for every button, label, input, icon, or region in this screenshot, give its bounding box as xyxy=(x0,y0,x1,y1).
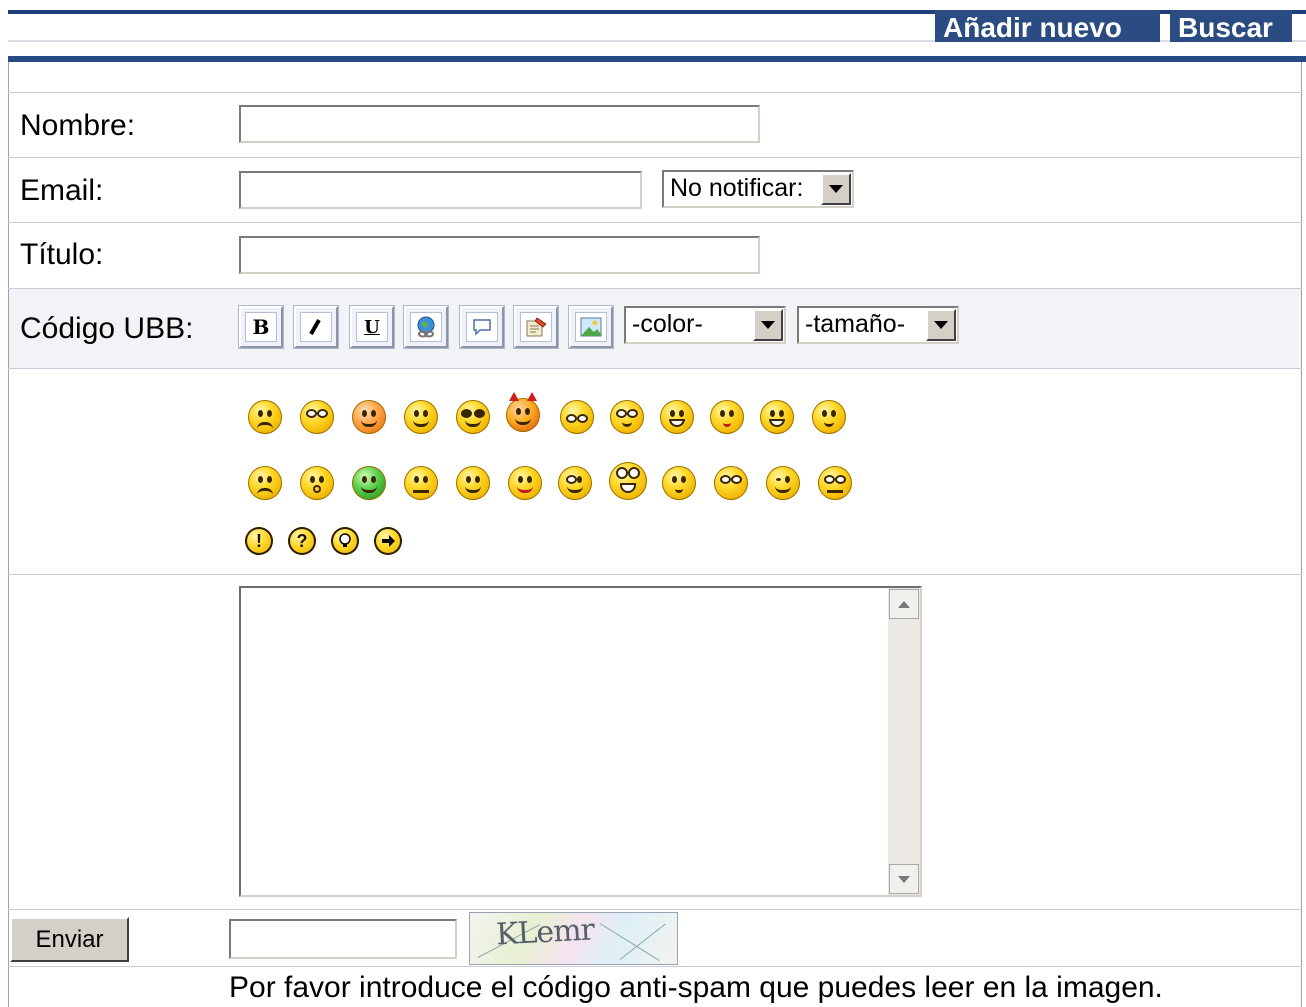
sick-smiley-icon[interactable] xyxy=(352,466,386,500)
worried-smiley-icon[interactable] xyxy=(714,466,748,500)
email-label: Email: xyxy=(20,174,104,207)
question-icon[interactable]: ? xyxy=(288,527,316,555)
tongue-smiley-icon[interactable] xyxy=(508,466,542,500)
link-icon xyxy=(410,312,442,342)
devil-smiley-icon[interactable] xyxy=(506,392,540,432)
submit-button[interactable]: Enviar xyxy=(10,917,129,962)
captcha-noise-line xyxy=(599,923,660,962)
quote-button[interactable] xyxy=(460,306,504,348)
bold-icon: B xyxy=(245,312,277,342)
angry-smiley-icon[interactable] xyxy=(248,400,282,434)
link-button[interactable] xyxy=(404,306,448,348)
notify-select-value: No notificar: xyxy=(670,174,804,202)
arrow-right-icon[interactable] xyxy=(374,527,402,555)
dizzy-smiley-icon[interactable] xyxy=(812,400,846,434)
size-select-value: -tamaño- xyxy=(805,310,906,338)
idea-icon[interactable] xyxy=(331,527,359,555)
image-button[interactable] xyxy=(569,306,613,348)
italic-icon xyxy=(300,312,332,342)
row-divider xyxy=(8,288,1302,289)
title-input[interactable] xyxy=(239,236,760,274)
row-divider xyxy=(8,157,1302,158)
ubb-label: Código UBB: xyxy=(20,312,194,345)
row-divider xyxy=(8,368,1302,369)
captcha-image: KLemr xyxy=(469,912,678,965)
eyes-smiley-icon[interactable] xyxy=(300,400,334,434)
glasses-smiley-icon[interactable] xyxy=(456,400,490,434)
shocked-smiley-icon[interactable] xyxy=(300,466,334,500)
wink-smiley-icon[interactable] xyxy=(766,466,800,500)
grin-smiley-icon[interactable] xyxy=(660,400,694,434)
laugh-smiley-icon[interactable] xyxy=(760,400,794,434)
neutral-smiley-icon[interactable] xyxy=(404,466,438,500)
search-button[interactable]: Buscar xyxy=(1170,10,1292,43)
title-label: Título: xyxy=(20,238,104,271)
underline-icon: U xyxy=(356,312,388,342)
notify-select[interactable]: No notificar: xyxy=(662,170,854,208)
name-input[interactable] xyxy=(239,105,760,143)
row-divider xyxy=(8,574,1302,575)
squint-smiley-icon[interactable] xyxy=(560,400,594,434)
sad-smiley-icon[interactable] xyxy=(248,466,282,500)
color-select-value: -color- xyxy=(632,310,703,338)
surprised-smiley-icon[interactable] xyxy=(352,400,386,434)
happy-smiley-icon[interactable] xyxy=(456,466,490,500)
scroll-down-icon[interactable] xyxy=(889,864,919,894)
captcha-input[interactable] xyxy=(229,919,457,959)
chevron-down-icon xyxy=(753,309,783,341)
scroll-up-icon[interactable] xyxy=(889,589,919,619)
captcha-text: KLemr xyxy=(495,912,595,953)
captcha-hint: Por favor introduce el código anti-spam … xyxy=(229,971,1163,1004)
row-divider xyxy=(8,222,1302,223)
chevron-down-icon xyxy=(821,173,851,205)
email-input[interactable] xyxy=(239,171,642,209)
smile-smiley-icon[interactable] xyxy=(404,400,438,434)
message-scrollbar[interactable] xyxy=(888,588,920,895)
row-divider xyxy=(8,909,1302,910)
row-divider xyxy=(8,92,1302,93)
thinking-smiley-icon[interactable] xyxy=(662,466,696,500)
confused-smiley-icon[interactable] xyxy=(818,466,852,500)
size-select[interactable]: -tamaño- xyxy=(797,306,959,344)
crazy-smiley-icon[interactable] xyxy=(609,462,647,500)
row-divider xyxy=(8,966,1302,967)
italic-button[interactable] xyxy=(294,306,338,348)
captcha-noise-line xyxy=(619,923,667,960)
kiss-smiley-icon[interactable] xyxy=(710,400,744,434)
add-new-button[interactable]: Añadir nuevo xyxy=(935,10,1160,43)
chevron-down-icon xyxy=(926,309,956,341)
bold-button[interactable]: B xyxy=(239,306,283,348)
name-label: Nombre: xyxy=(20,109,136,142)
exclamation-icon[interactable]: ! xyxy=(245,527,273,555)
speech-bubble-icon xyxy=(466,312,498,342)
code-icon xyxy=(520,312,552,342)
wink-eye-smiley-icon[interactable] xyxy=(558,466,592,500)
code-button[interactable] xyxy=(514,306,558,348)
rolleyes-smiley-icon[interactable] xyxy=(610,400,644,434)
message-textarea[interactable] xyxy=(239,586,922,897)
color-select[interactable]: -color- xyxy=(624,306,786,344)
image-icon xyxy=(575,312,607,342)
underline-button[interactable]: U xyxy=(350,306,394,348)
